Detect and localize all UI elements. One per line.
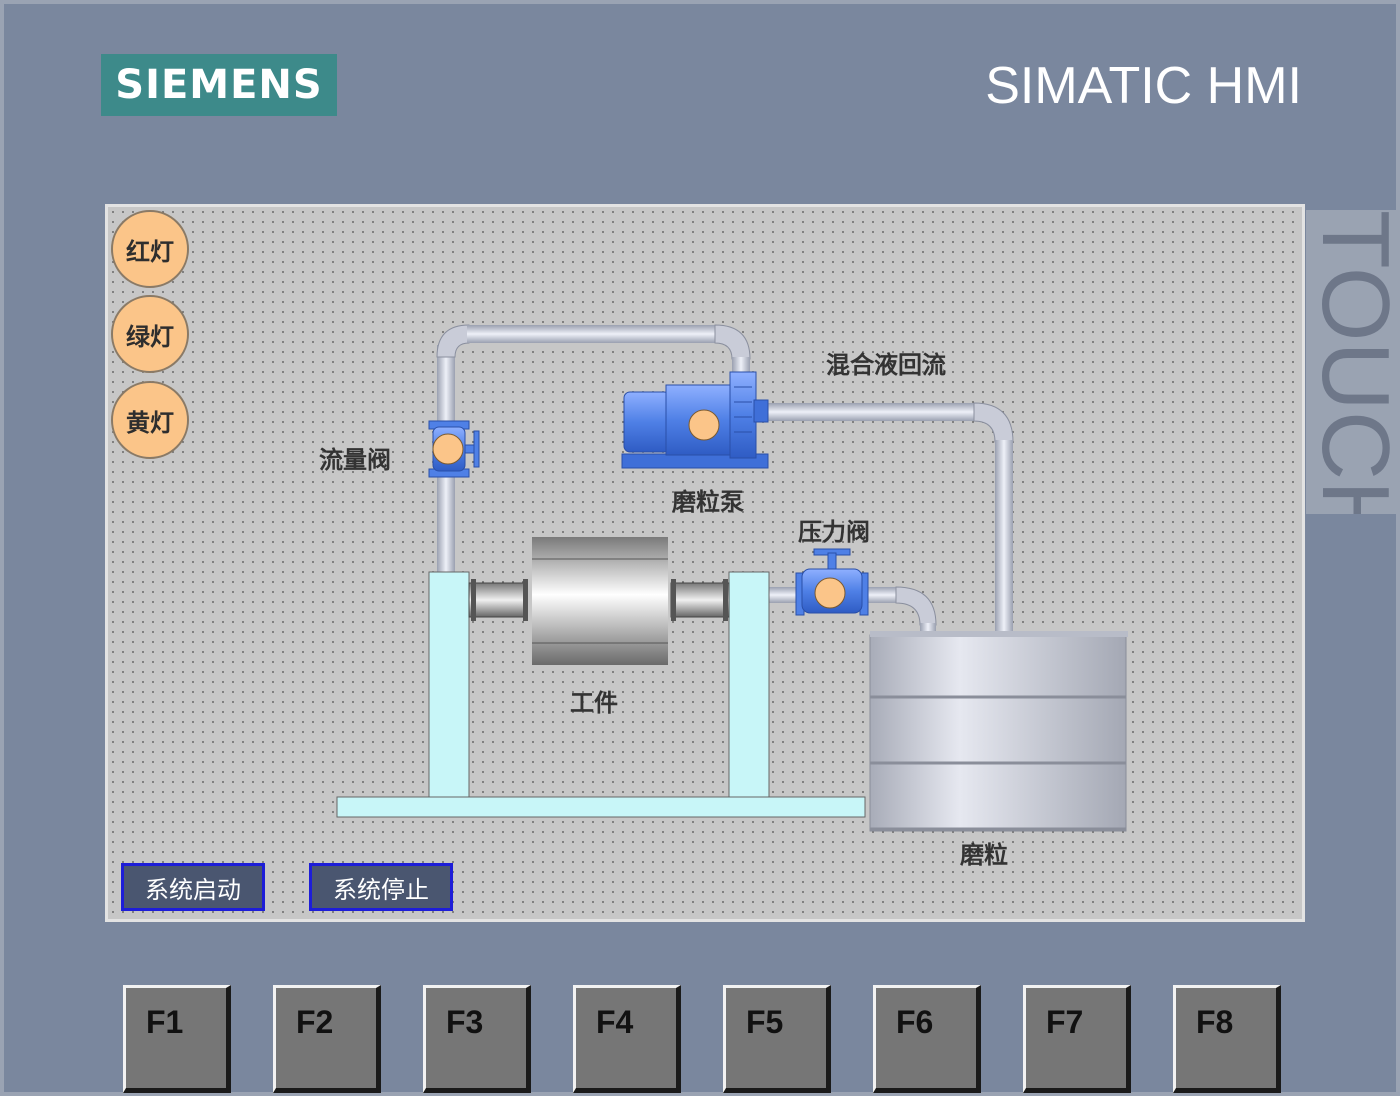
product-title: SIMATIC HMI (985, 57, 1302, 115)
process-diagram (336, 324, 1128, 832)
pressure-valve (795, 548, 869, 616)
pipe-elbow-top-right (714, 324, 751, 360)
workpiece-drum (532, 537, 668, 665)
siemens-logo: SIEMENS (101, 54, 337, 116)
function-key-f4[interactable]: F4 (573, 985, 681, 1093)
function-key-f7[interactable]: F7 (1023, 985, 1131, 1093)
function-key-f5[interactable]: F5 (723, 985, 831, 1093)
pipe-elbow-top-left (436, 324, 470, 358)
tank-rim (870, 631, 1128, 637)
pipe-elbow-pressure (895, 586, 937, 626)
flange-right-b (723, 579, 728, 621)
hmi-panel: SIEMENS SIMATIC HMI TOUCH (0, 0, 1400, 1096)
pipe-return-horizontal (764, 403, 976, 421)
workpiece-label: 工件 (570, 688, 618, 717)
yellow-lamp-label: 黄灯 (126, 407, 174, 437)
pipe-return-vertical (995, 440, 1013, 635)
flange-left-b (523, 579, 528, 621)
abrasive-pump (621, 371, 769, 469)
hmi-screen: 红灯 绿灯 黄灯 流量阀 磨粒泵 混合液回流 压力阀 工件 磨粒 系统启动 系统… (105, 204, 1305, 922)
flow-valve (428, 420, 480, 478)
return-flow-label: 混合液回流 (826, 350, 946, 379)
tank-label: 磨粒 (960, 840, 1008, 869)
pipe-top-horizontal (467, 325, 717, 343)
abrasive-tank (869, 634, 1127, 832)
fixture-base (336, 796, 866, 818)
flange-right-a (671, 579, 676, 621)
yellow-lamp: 黄灯 (111, 381, 189, 459)
green-lamp-label: 绿灯 (126, 321, 174, 351)
pump-label: 磨粒泵 (672, 487, 744, 516)
fixture-left-upright (428, 571, 470, 798)
flange-left-a (471, 579, 476, 621)
green-lamp: 绿灯 (111, 295, 189, 373)
system-stop-button[interactable]: 系统停止 (309, 863, 453, 911)
red-lamp: 红灯 (111, 210, 189, 288)
function-key-f2[interactable]: F2 (273, 985, 381, 1093)
red-lamp-label: 红灯 (126, 236, 174, 266)
function-key-f1[interactable]: F1 (123, 985, 231, 1093)
pipe-elbow-return (973, 402, 1014, 443)
system-start-button[interactable]: 系统启动 (121, 863, 265, 911)
fixture-right-upright (728, 571, 770, 798)
touch-text: TOUCH (1306, 210, 1400, 514)
function-key-f3[interactable]: F3 (423, 985, 531, 1093)
pump-status-indicator (688, 409, 720, 441)
flow-valve-label: 流量阀 (319, 445, 391, 474)
shaft-left (468, 582, 528, 618)
touch-side-label: TOUCH (1306, 210, 1400, 514)
brand-text: SIEMENS (115, 62, 323, 108)
function-key-f6[interactable]: F6 (873, 985, 981, 1093)
pressure-valve-indicator (814, 577, 846, 609)
function-key-f8[interactable]: F8 (1173, 985, 1281, 1093)
pressure-valve-label: 压力阀 (798, 517, 870, 546)
flow-valve-indicator (432, 433, 464, 465)
shaft-right (670, 582, 730, 618)
